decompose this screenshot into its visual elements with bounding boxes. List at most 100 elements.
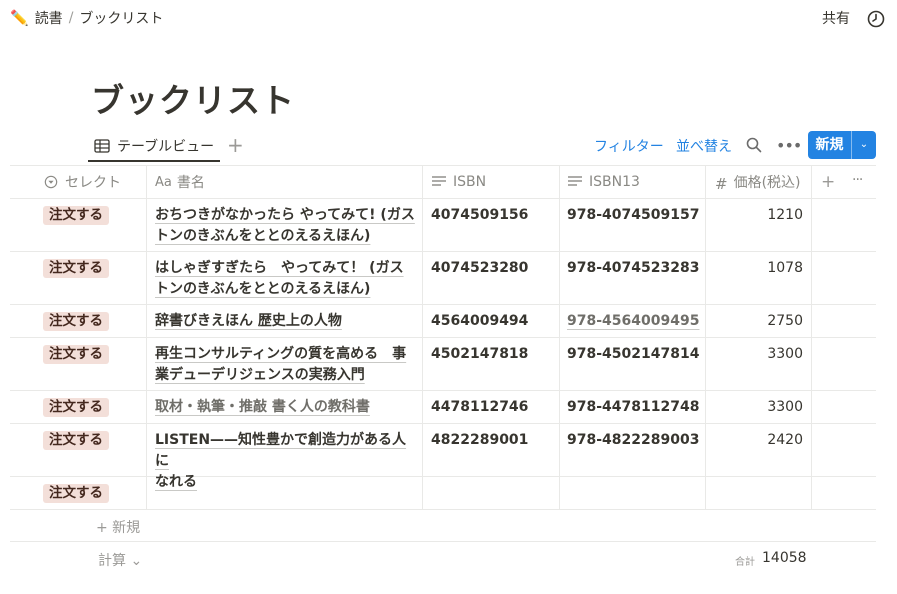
table-icon — [94, 139, 110, 153]
select-tag[interactable]: 注文する — [43, 398, 109, 417]
filter-button[interactable]: フィルター — [594, 136, 664, 156]
title-line: 取材・執筆・推敲 書く人の教科書 — [155, 399, 370, 415]
column-divider — [146, 165, 147, 509]
row-isbn13[interactable]: 978-4564009495 — [567, 311, 699, 332]
select-tag[interactable]: 注文する — [43, 345, 109, 364]
title-line: はしゃぎすぎたら やってみて！ (ガス — [155, 260, 404, 276]
table-row-select[interactable]: 注文する — [43, 397, 109, 418]
grid-line — [10, 198, 876, 199]
more-options-icon[interactable]: ••• — [776, 136, 802, 155]
row-isbn[interactable]: 4074523280 — [431, 258, 528, 279]
column-label: 書名 — [176, 174, 205, 191]
title-aa-icon: Aa — [155, 174, 172, 190]
tab-table-view[interactable]: テーブルビュー — [88, 131, 220, 161]
share-button[interactable]: 共有 — [822, 8, 850, 28]
grid-line — [10, 251, 876, 252]
column-divider — [559, 165, 560, 509]
select-icon — [44, 175, 58, 188]
row-title[interactable]: おちつきがなかったら やってみて! (ガス トンのきぶんをととのえるえほん) — [155, 205, 417, 247]
column-label: ISBN13 — [589, 173, 640, 190]
column-label: ISBN — [453, 173, 487, 190]
title-line: 辞書びきえほん 歴史上の人物 — [155, 313, 342, 329]
breadcrumb: ✏️ 読書 / ブックリスト — [10, 8, 163, 28]
table-row-select[interactable]: 注文する — [43, 430, 109, 451]
breadcrumb-parent[interactable]: 読書 — [35, 8, 63, 28]
number-hash-icon: # — [715, 174, 728, 193]
table-row-select[interactable]: 注文する — [43, 311, 109, 332]
new-button-label[interactable]: 新規 — [808, 131, 851, 159]
row-price[interactable]: 1078 — [715, 258, 803, 279]
search-icon[interactable] — [745, 136, 763, 154]
column-header-isbn[interactable]: ISBN — [431, 165, 486, 198]
column-label: セレクト — [65, 174, 121, 191]
top-bar: ✏️ 読書 / ブックリスト 共有 — [0, 0, 897, 36]
total-value[interactable]: 14058 — [762, 550, 807, 566]
table-row-select[interactable]: 注文する — [43, 483, 109, 504]
active-tab-indicator — [88, 160, 220, 162]
row-isbn13[interactable]: 978-4822289003 — [567, 430, 699, 451]
title-line: 再生コンサルティングの質を高める 事 — [155, 346, 407, 362]
row-title[interactable]: 辞書びきえほん 歴史上の人物 — [155, 311, 417, 332]
row-title[interactable]: 取材・執筆・推敲 書く人の教科書 — [155, 397, 417, 418]
total-label: 合計 — [735, 557, 755, 568]
select-tag[interactable]: 注文する — [43, 484, 109, 503]
row-price[interactable]: 1210 — [715, 205, 803, 226]
grid-line — [10, 337, 876, 338]
row-isbn[interactable]: 4074509156 — [431, 205, 528, 226]
chevron-down-icon[interactable]: ⌄ — [851, 131, 876, 159]
new-button[interactable]: 新規 ⌄ — [808, 131, 876, 159]
row-isbn13[interactable]: 978-4074523283 — [567, 258, 699, 279]
column-header-title[interactable]: Aa 書名 — [155, 165, 205, 198]
breadcrumb-separator: / — [68, 10, 74, 26]
title-line: LISTEN——知性豊かで創造力がある人に — [155, 432, 407, 469]
row-title[interactable]: LISTEN——知性豊かで創造力がある人になれる — [155, 430, 417, 493]
page-title: ブックリスト — [91, 81, 295, 120]
grid-line — [10, 304, 876, 305]
grid-line — [10, 509, 876, 510]
grid-line — [10, 541, 876, 542]
pencil-icon: ✏️ — [10, 9, 29, 27]
column-header-select[interactable]: セレクト — [43, 165, 121, 198]
title-line: 業デューデリジェンスの実務入門 — [155, 367, 365, 383]
row-isbn[interactable]: 4502147818 — [431, 344, 528, 365]
new-row-button[interactable]: + 新規 — [96, 517, 140, 537]
calculate-button[interactable]: 計算 ⌄ — [98, 550, 142, 570]
select-tag[interactable]: 注文する — [43, 206, 109, 225]
select-tag[interactable]: 注文する — [43, 431, 109, 450]
column-more-icon[interactable]: ··· — [852, 172, 863, 188]
row-title[interactable]: 再生コンサルティングの質を高める 事業デューデリジェンスの実務入門 — [155, 344, 417, 386]
row-isbn[interactable]: 4478112746 — [431, 397, 528, 418]
row-price[interactable]: 2420 — [715, 430, 803, 451]
add-view-button[interactable]: + — [227, 133, 244, 157]
table-row-select[interactable]: 注文する — [43, 344, 109, 365]
select-tag[interactable]: 注文する — [43, 312, 109, 331]
sort-button[interactable]: 並べ替え — [676, 136, 732, 156]
row-price[interactable]: 3300 — [715, 344, 803, 365]
row-isbn13[interactable]: 978-4478112748 — [567, 397, 699, 418]
row-isbn13[interactable]: 978-4502147814 — [567, 344, 699, 365]
breadcrumb-current[interactable]: ブックリスト — [79, 8, 163, 28]
add-column-button[interactable]: + — [821, 172, 835, 192]
grid-line — [10, 476, 876, 477]
table-row-select[interactable]: 注文する — [43, 205, 109, 226]
row-isbn13[interactable]: 978-4074509157 — [567, 205, 699, 226]
row-price[interactable]: 2750 — [715, 311, 803, 332]
row-isbn[interactable]: 4822289001 — [431, 430, 528, 451]
grid-line — [10, 423, 876, 424]
title-line: おちつきがなかったら やってみて! (ガス — [155, 207, 415, 223]
column-divider — [422, 165, 423, 509]
clock-icon[interactable] — [866, 9, 886, 29]
tab-label: テーブルビュー — [117, 139, 215, 155]
column-header-price[interactable]: # 価格(税込) — [715, 165, 801, 198]
column-header-isbn13[interactable]: ISBN13 — [567, 165, 640, 198]
select-tag[interactable]: 注文する — [43, 259, 109, 278]
row-isbn[interactable]: 4564009494 — [431, 311, 528, 332]
title-line: なれる — [155, 474, 197, 490]
table-row-select[interactable]: 注文する — [43, 258, 109, 279]
row-price[interactable]: 3300 — [715, 397, 803, 418]
title-line: トンのきぶんをととのえるえほん) — [155, 228, 371, 244]
column-divider — [811, 165, 812, 509]
row-title[interactable]: はしゃぎすぎたら やってみて！ (ガス トンのきぶんをととのえるえほん) — [155, 258, 417, 300]
grid-line — [10, 390, 876, 391]
column-divider — [705, 165, 706, 509]
